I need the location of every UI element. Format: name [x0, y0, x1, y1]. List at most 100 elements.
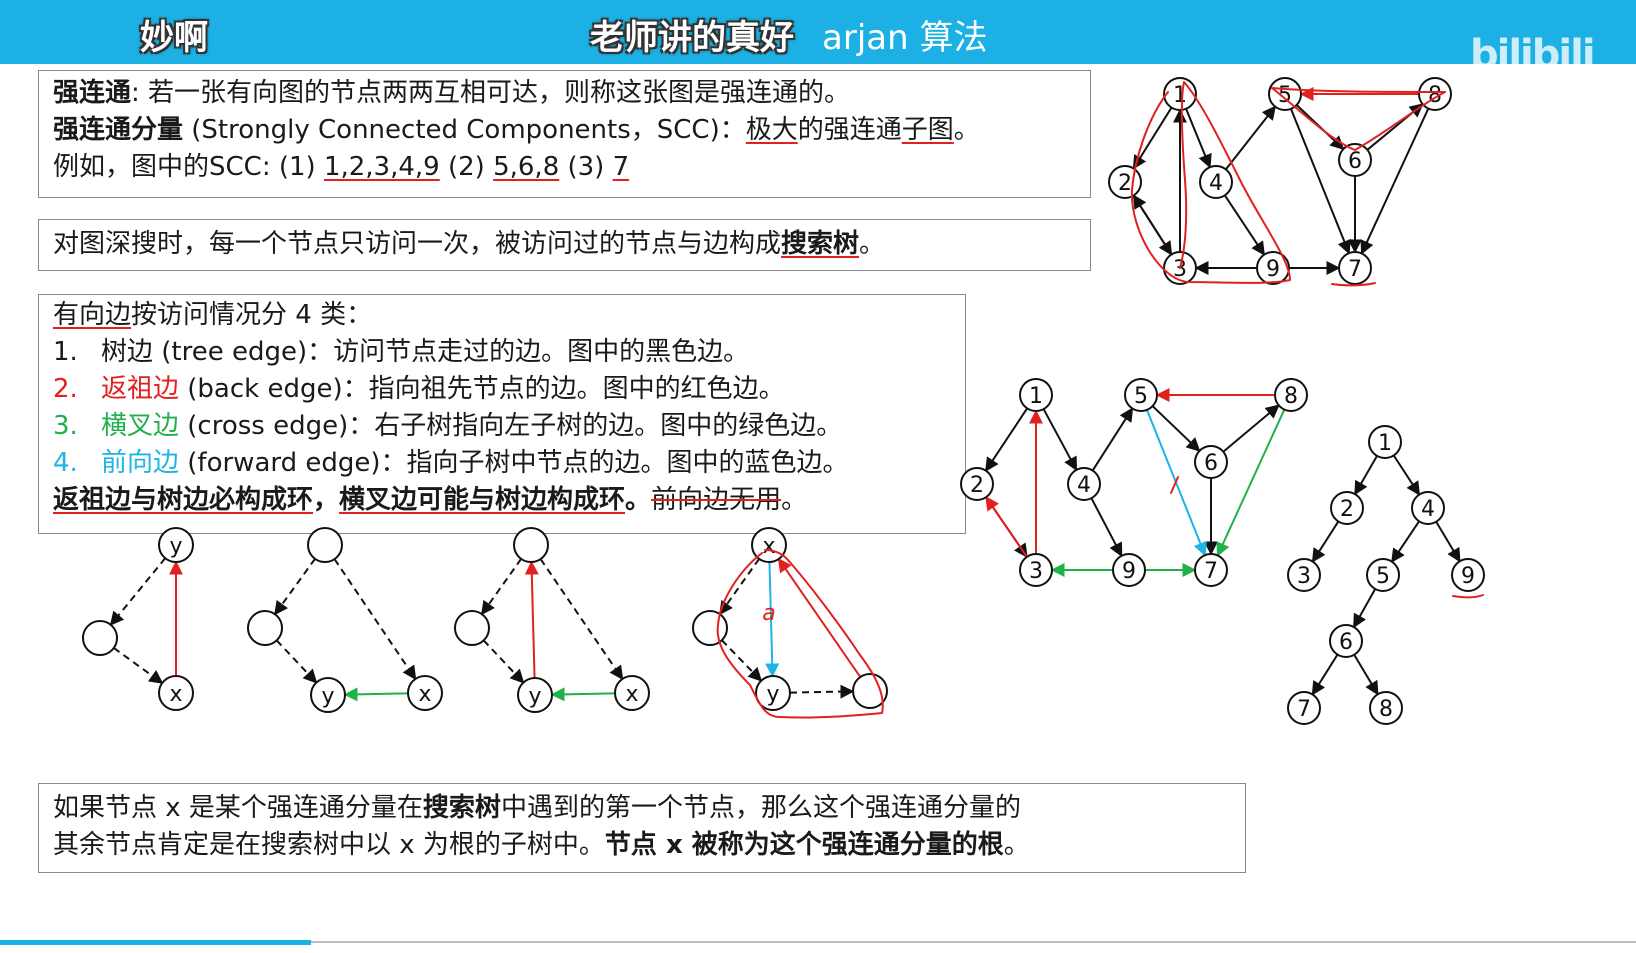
node-label: 1 [1378, 431, 1392, 456]
middle-node [454, 610, 490, 646]
video-progress-bar[interactable] [0, 940, 311, 945]
node-label: 9 [1266, 257, 1280, 282]
edge-type-desc: (back edge)：指向祖先节点的边。图中的红色边。 [179, 374, 785, 404]
item-number: 4. [53, 448, 78, 478]
edge-type-name: 横叉边 [101, 411, 180, 441]
cross-edge [1216, 409, 1286, 557]
tree-edge [109, 557, 167, 626]
tree-edge [1185, 108, 1212, 169]
scc-definition-box: 强连通: 若一张有向图的节点两两互相可达，则称这张图是强连通的。 强连通分量 (… [38, 70, 1091, 198]
definition-line-1: 强连通: 若一张有向图的节点两两互相可达，则称这张图是强连通的。 [53, 75, 1076, 112]
crossed-annotation: a [762, 601, 775, 626]
node-label: 2 [1340, 497, 1354, 522]
node-label: x [418, 682, 431, 707]
node-label: 8 [1379, 697, 1393, 722]
node-label: 4 [1077, 473, 1091, 498]
tree-edge [539, 558, 624, 681]
node-label: 4 [1209, 171, 1223, 196]
back-edge [985, 496, 1028, 558]
term-strongly-connected: 强连通 [53, 78, 132, 108]
edge-types-intro-text: 按访问情况分 4 类： [131, 300, 373, 330]
edge-type-desc: (cross edge)：右子树指向左子树的边。图中的绿色边。 [179, 411, 843, 441]
search-tree-line: 对图深搜时，每一个节点只访问一次，被访问过的节点与边构成搜索树。 [53, 226, 1076, 263]
tree-edge [333, 558, 417, 681]
node-label: 6 [1348, 149, 1362, 174]
edge-type-name: 返祖边 [101, 374, 180, 404]
scc-1: 1,2,3,4,9 [323, 152, 440, 182]
edge-type-name: 前向边 [101, 448, 180, 478]
cross-edge-diagram: yx [247, 527, 443, 713]
node-label: y [321, 684, 334, 709]
node-label: 9 [1461, 564, 1475, 589]
node-label: y [528, 684, 541, 709]
tree-edge [1290, 108, 1351, 255]
tree-edge [1391, 520, 1420, 563]
root-node [513, 527, 549, 563]
search-tree-end: 。 [859, 229, 886, 259]
edge-types-box: 有向边按访问情况分 4 类： 1. 树边 (tree edge)：访问节点走过的边… [38, 294, 966, 534]
root-node [307, 527, 343, 563]
root-line-2: 其余节点肯定是在搜索树中以 x 为根的子树中。节点 x 被称为这个强连通分量的根… [53, 827, 1231, 864]
dfs-search-tree: 1 2 3 4 5 6 7 8 9 [1287, 425, 1485, 725]
back-edge [524, 560, 539, 679]
conclusion-sep: 。 [625, 485, 652, 515]
conclusion-forward-edge: 前向边无用 [651, 485, 782, 515]
tree-edge [1352, 588, 1377, 629]
edge-types-intro: 有向边按访问情况分 4 类： [53, 297, 951, 334]
underlined-directed-edge: 有向边 [53, 300, 132, 330]
node-label: 6 [1204, 451, 1218, 476]
node-label: y [766, 682, 779, 707]
term-search-tree: 搜索树 [781, 229, 860, 259]
node-label: 8 [1284, 384, 1298, 409]
danmaku-comment: 老师讲的真好 [590, 18, 794, 58]
search-tree-text: 对图深搜时，每一个节点只访问一次，被访问过的节点与边构成 [53, 229, 782, 259]
example-prefix: 例如，图中的SCC: (1) [53, 152, 324, 182]
item-number: 3. [53, 411, 78, 441]
node-label: 2 [970, 473, 984, 498]
tree-edge [1091, 407, 1134, 472]
danmaku-comment: 妙啊 [140, 18, 208, 58]
term-scc: 强连通分量 [53, 115, 184, 145]
node-label: 1 [1173, 83, 1187, 108]
edge-type-back: 2. 返祖边 (back edge)：指向祖先节点的边。图中的红色边。 [53, 371, 951, 408]
root-definition: 节点 x 被称为这个强连通分量的根 [604, 830, 1004, 860]
definition-line-3: 例如，图中的SCC: (1) 1,2,3,4,9 (2) 5,6,8 (3) 7 [53, 149, 1076, 186]
node-label: 7 [1204, 559, 1218, 584]
root-text: 如果节点 x 是某个强连通分量在 [53, 793, 423, 823]
example-sep: (3) [559, 152, 613, 182]
edge-type-desc: (tree edge)：访问节点走过的边。图中的黑色边。 [153, 337, 750, 367]
lecture-title: arjan 算法 [822, 18, 988, 58]
tree-edge [1151, 405, 1201, 452]
middle-node [692, 610, 728, 646]
tree-edge [482, 639, 525, 684]
back-edge [777, 557, 862, 678]
title-banner [0, 0, 1636, 64]
cross-edge [343, 687, 409, 702]
node-label: x [625, 682, 638, 707]
node-label: y [169, 534, 182, 559]
tree-edge [274, 558, 316, 616]
search-tree-box: 对图深搜时，每一个节点只访问一次，被访问过的节点与边构成搜索树。 [38, 219, 1091, 271]
tree-edge [1042, 408, 1078, 472]
tree-edge [1132, 194, 1173, 256]
node-label: 3 [1297, 564, 1311, 589]
node-label: 5 [1376, 564, 1390, 589]
scc-3: 7 [612, 152, 630, 182]
tree-edge [1225, 105, 1276, 171]
node-label: 3 [1029, 559, 1043, 584]
tree-edge [719, 558, 760, 616]
node-label: 4 [1421, 497, 1435, 522]
scc-example-graph: 123456789 [1108, 77, 1452, 287]
root-text: 其余节点肯定是在搜索树中以 x 为根的子树中。 [53, 830, 605, 860]
tree-edge [1353, 654, 1379, 696]
edge-type-name: 树边 [101, 337, 154, 367]
conclusion-back-edge: 返祖边与树边必构成环 [53, 485, 314, 515]
cross-edge [550, 687, 616, 702]
tree-edge [1360, 108, 1430, 255]
underlined-maximal: 极大 [745, 115, 798, 145]
conclusion-end: 。 [781, 485, 808, 515]
tree-edge [1392, 454, 1421, 496]
definition-text: (Strongly Connected Components，SCC)： [183, 115, 746, 145]
tree-edge [1435, 521, 1461, 563]
node-label: 7 [1348, 257, 1362, 282]
